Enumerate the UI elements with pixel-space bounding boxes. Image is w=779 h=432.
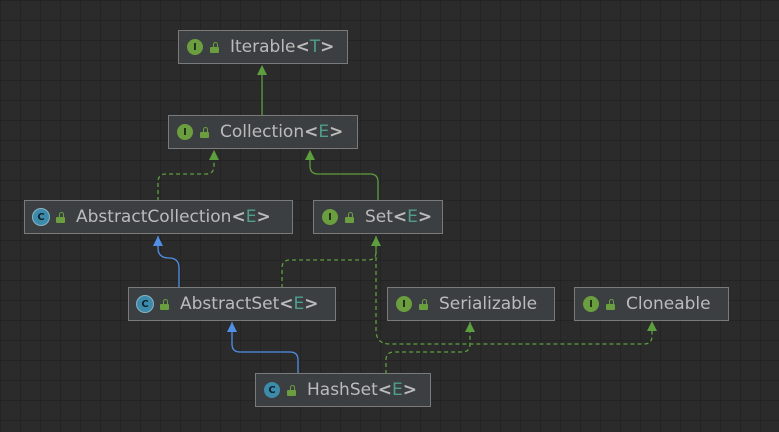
generic-close: >: [256, 207, 271, 227]
interface-icon: I: [583, 296, 599, 312]
class-icon: C: [264, 382, 280, 398]
type-param: T: [309, 37, 321, 57]
arrowhead-set: [371, 236, 381, 246]
abstract-class-icon: C: [137, 296, 153, 312]
generic-open: <: [279, 294, 294, 314]
arrowhead-collection-left: [209, 150, 219, 160]
interface-icon: I: [396, 296, 412, 312]
interface-icon: I: [322, 209, 338, 225]
lock-icon: [210, 41, 220, 53]
abstract-class-icon: C: [33, 209, 49, 225]
lock-icon: [419, 298, 429, 310]
arrowhead-abstractcollection: [153, 236, 163, 246]
lock-icon: [287, 384, 297, 396]
arrowhead-serializable: [465, 322, 475, 332]
type-param: E: [407, 207, 418, 227]
edge-set-collection: [309, 151, 379, 201]
arrowhead-cloneable: [647, 321, 657, 331]
type-param: E: [293, 294, 305, 314]
generic-open: <: [295, 37, 310, 57]
generic-open: <: [377, 380, 392, 400]
generic-close: >: [402, 380, 417, 400]
node-abstract-set[interactable]: C AbstractSet < E >: [128, 287, 336, 321]
generic-close: >: [329, 122, 344, 142]
lock-icon: [200, 126, 210, 138]
node-iterable[interactable]: I Iterable < T >: [178, 30, 348, 64]
type-param: E: [392, 380, 403, 400]
node-name: AbstractSet: [180, 294, 280, 314]
lock-icon: [606, 298, 616, 310]
edge-hashset-serializable: [385, 322, 471, 374]
edge-hashset-abstractset: [231, 322, 299, 374]
node-name: HashSet: [307, 380, 378, 400]
lock-icon: [56, 211, 66, 223]
node-name: AbstractCollection: [76, 207, 232, 227]
node-name: Set: [365, 207, 393, 227]
node-name: Iterable: [230, 37, 296, 57]
generic-open: <: [304, 122, 319, 142]
generic-close: >: [417, 207, 433, 227]
type-param: E: [318, 122, 330, 142]
generic-close: >: [320, 37, 335, 57]
node-hashset[interactable]: C HashSet < E >: [255, 373, 431, 407]
node-serializable[interactable]: I Serializable: [387, 287, 555, 321]
type-param: E: [245, 207, 257, 227]
interface-icon: I: [187, 39, 203, 55]
node-set[interactable]: I Set < E >: [313, 200, 443, 234]
node-name: Cloneable: [626, 294, 711, 314]
generic-close: >: [304, 294, 319, 314]
arrowhead-iterable: [257, 65, 267, 75]
lock-icon: [160, 298, 170, 310]
edge-abstractset-set: [281, 236, 377, 288]
node-collection[interactable]: I Collection < E >: [168, 115, 358, 149]
edge-abstractcollection-collection: [157, 151, 215, 201]
interface-icon: I: [177, 124, 193, 140]
node-name: Serializable: [439, 294, 538, 314]
node-abstract-collection[interactable]: C AbstractCollection < E >: [24, 200, 293, 234]
generic-open: <: [392, 207, 408, 227]
lock-icon: [345, 211, 355, 223]
node-name: Collection: [220, 122, 305, 142]
arrowhead-collection-right: [305, 150, 315, 160]
node-cloneable[interactable]: I Cloneable: [574, 287, 729, 321]
generic-open: <: [231, 207, 246, 227]
arrowhead-abstractset: [227, 322, 237, 332]
